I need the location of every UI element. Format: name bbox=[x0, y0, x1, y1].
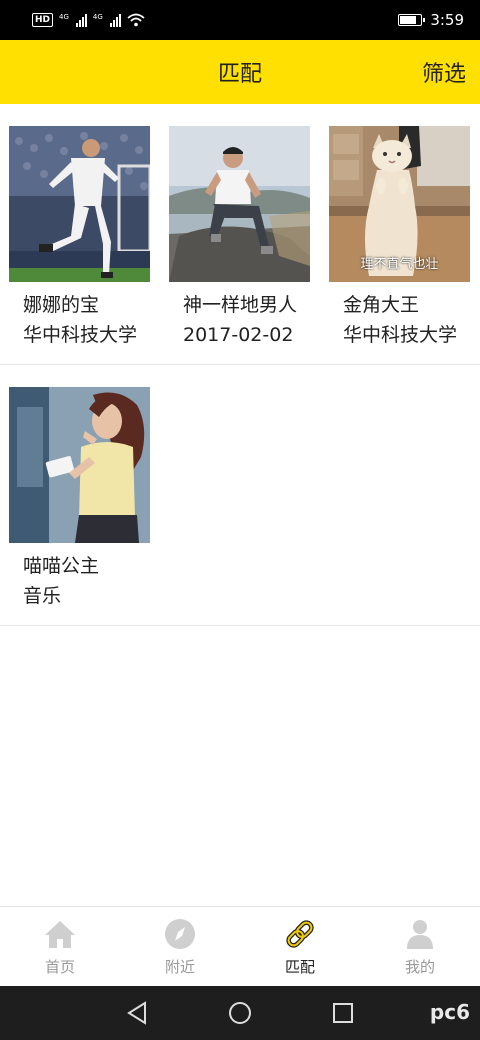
battery-icon bbox=[398, 14, 426, 26]
network-type-1: 4G bbox=[59, 13, 69, 21]
card-subtitle: 华中科技大学 bbox=[343, 324, 458, 346]
network-type-2: 4G bbox=[92, 13, 103, 21]
man-on-rock-image bbox=[169, 126, 310, 282]
profile-card[interactable]: 神一样地男人 2017-02-02 bbox=[169, 126, 310, 350]
home-icon bbox=[45, 921, 75, 948]
link-icon bbox=[286, 920, 314, 948]
nav-label-mine: 我的 bbox=[404, 958, 435, 976]
status-bar: HD 4G 4G 3:59 bbox=[0, 0, 480, 40]
card-subtitle: 华中科技大学 bbox=[23, 324, 138, 346]
nav-label-nearby: 附近 bbox=[164, 958, 195, 976]
clock: 3:59 bbox=[430, 11, 464, 29]
woman-with-phone-image bbox=[9, 387, 150, 543]
nav-label-home: 首页 bbox=[44, 958, 75, 976]
profile-card[interactable]: 理不直气也壮 金角大王 华中科技大学 bbox=[329, 126, 470, 350]
home-circle-icon[interactable] bbox=[228, 1001, 252, 1025]
photo-caption: 理不直气也壮 bbox=[360, 257, 439, 272]
signal-icon-2 bbox=[109, 13, 121, 27]
woman-with-phone-photo[interactable] bbox=[9, 387, 150, 543]
card-name: 金角大王 bbox=[343, 294, 420, 316]
card-name: 娜娜的宝 bbox=[23, 294, 100, 316]
page-title: 匹配 bbox=[217, 62, 262, 87]
watermark-logo: pc6 bbox=[429, 1000, 470, 1024]
signal-icon bbox=[75, 13, 87, 27]
soccer-player-photo[interactable] bbox=[9, 126, 150, 282]
wifi-icon bbox=[127, 13, 145, 27]
nav-item-match[interactable]: 匹配 bbox=[240, 907, 360, 986]
profile-card[interactable]: 娜娜的宝 华中科技大学 bbox=[9, 126, 150, 350]
grid-row: 娜娜的宝 华中科技大学 神一样地男人 2017-02-02 理不直气也壮 金角大… bbox=[0, 104, 480, 365]
back-icon[interactable] bbox=[126, 1001, 148, 1025]
status-left: HD 4G 4G bbox=[32, 13, 145, 27]
system-nav-bar bbox=[0, 986, 480, 1040]
card-name: 神一样地男人 bbox=[183, 294, 298, 316]
card-subtitle: 2017-02-02 bbox=[183, 324, 294, 346]
status-right: 3:59 bbox=[398, 11, 464, 29]
compass-icon bbox=[165, 919, 195, 949]
recents-icon[interactable] bbox=[332, 1002, 354, 1024]
nav-label-match: 匹配 bbox=[284, 958, 315, 976]
nav-item-mine[interactable]: 我的 bbox=[360, 907, 480, 986]
card-name: 喵喵公主 bbox=[23, 555, 100, 577]
card-subtitle: 音乐 bbox=[23, 585, 62, 607]
nav-item-home[interactable]: 首页 bbox=[0, 907, 120, 986]
filter-button[interactable]: 筛选 bbox=[422, 56, 466, 88]
nav-item-nearby[interactable]: 附近 bbox=[120, 907, 240, 986]
match-grid: 娜娜的宝 华中科技大学 神一样地男人 2017-02-02 理不直气也壮 金角大… bbox=[0, 104, 480, 626]
profile-card[interactable]: 喵喵公主 音乐 bbox=[9, 387, 150, 611]
man-on-rock-photo[interactable] bbox=[169, 126, 310, 282]
bottom-nav: 首页 附近 匹配 我的 bbox=[0, 906, 480, 986]
hd-badge: HD bbox=[32, 13, 54, 27]
standing-cat-photo[interactable]: 理不直气也壮 bbox=[329, 126, 470, 282]
app-header: 匹配 筛选 bbox=[0, 40, 480, 104]
user-icon bbox=[407, 920, 433, 949]
soccer-player-image bbox=[9, 126, 150, 282]
grid-row: 喵喵公主 音乐 bbox=[0, 365, 480, 626]
